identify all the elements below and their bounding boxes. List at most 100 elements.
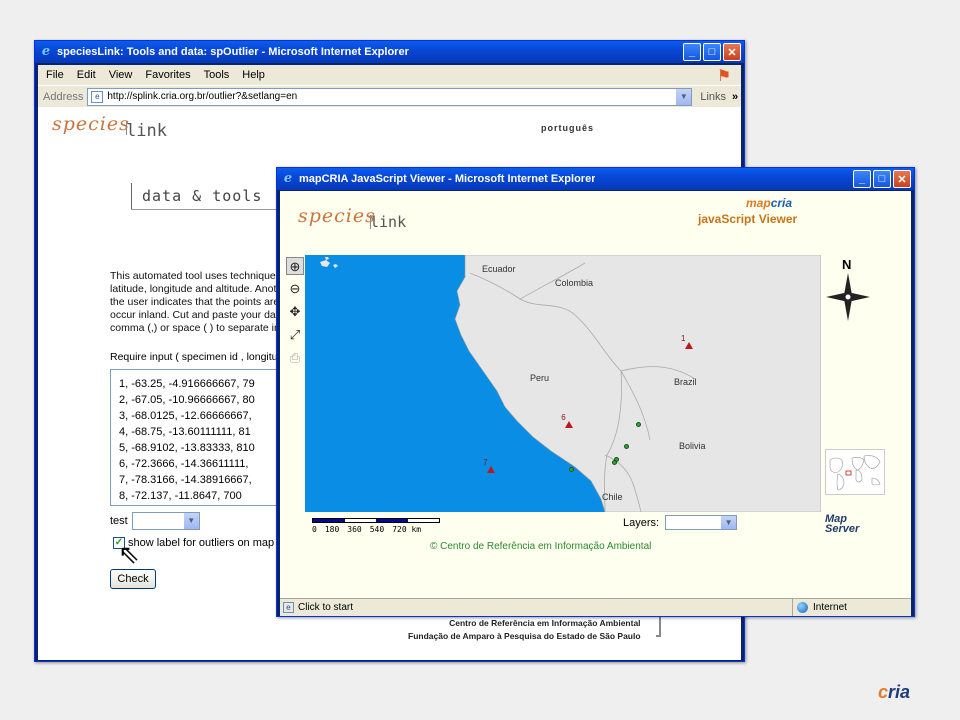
- cria-logo-text: ria: [888, 682, 911, 702]
- maximize-button[interactable]: □: [873, 170, 891, 188]
- mapcria-titlebar[interactable]: e mapCRIA JavaScript Viewer - Microsoft …: [277, 168, 914, 190]
- footer-credits: Centro de Referência em Informação Ambie…: [408, 617, 641, 643]
- galapagos-islands: [320, 257, 338, 268]
- valid-point[interactable]: [611, 459, 617, 465]
- country-label: Colombia: [555, 278, 594, 288]
- menu-tools[interactable]: Tools: [204, 69, 230, 81]
- mapcria-viewer-window: e mapCRIA JavaScript Viewer - Microsoft …: [276, 167, 915, 617]
- zoom-in-icon[interactable]: ⊕: [286, 257, 304, 275]
- require-input-label: Require input ( specimen id , longitu: [110, 351, 278, 363]
- address-input[interactable]: e http://splink.cria.org.br/outlier?&set…: [87, 87, 693, 106]
- footer-line: Fundação de Amparo à Pesquisa do Estado …: [408, 631, 641, 641]
- overview-map[interactable]: [825, 449, 885, 495]
- north-arrow-icon: N: [826, 257, 870, 321]
- links-button[interactable]: Links: [700, 91, 726, 103]
- copyright-link[interactable]: © Centro de Referência em Informação Amb…: [430, 541, 651, 552]
- address-bar: Address e http://splink.cria.org.br/outl…: [38, 85, 741, 107]
- security-zone: Internet: [792, 599, 847, 616]
- map-svg: [320, 255, 821, 512]
- show-label-text: show label for outliers on map: [128, 537, 275, 549]
- country-label: Peru: [530, 373, 550, 383]
- mapserver-logo: Map Server: [825, 514, 860, 535]
- page-icon: e: [283, 602, 294, 613]
- hand-cursor-icon: ⇖: [118, 539, 140, 569]
- menu-file[interactable]: File: [46, 69, 64, 81]
- chevron-down-icon[interactable]: ▼: [183, 513, 199, 529]
- viewer-title: javaScript Viewer: [698, 212, 798, 226]
- menu-help[interactable]: Help: [242, 69, 265, 81]
- test-select[interactable]: ▼: [131, 512, 200, 530]
- layers-label: Layers:: [623, 516, 660, 529]
- print-icon[interactable]: ⎙: [286, 349, 304, 367]
- mapserver-logo-line: Server: [825, 523, 860, 535]
- close-button[interactable]: ✕: [893, 170, 911, 188]
- menu-favorites[interactable]: Favorites: [145, 69, 190, 81]
- pan-icon[interactable]: ✥: [286, 303, 304, 321]
- map-toolbar: ⊕ ⊖ ✥ ⤢ ⎙: [286, 257, 304, 372]
- land-mass: [454, 255, 821, 512]
- scale-bar-graphic: [312, 518, 440, 523]
- menu-bar: File Edit View Favorites Tools Help ⚑: [38, 65, 741, 85]
- outlier-point[interactable]: [565, 421, 574, 429]
- footer-line: Centro de Referência em Informação Ambie…: [449, 618, 641, 628]
- overview-map-svg: [829, 455, 881, 491]
- menu-edit[interactable]: Edit: [77, 69, 96, 81]
- outlier-label: 7: [483, 457, 488, 467]
- scale-label: 360: [347, 525, 362, 534]
- link-logo: link: [370, 213, 407, 231]
- minimize-button[interactable]: _: [683, 43, 701, 61]
- minimize-button[interactable]: _: [853, 170, 871, 188]
- outlier-point[interactable]: [685, 341, 694, 349]
- scale-label: 180: [324, 525, 340, 534]
- close-button[interactable]: ✕: [723, 43, 741, 61]
- valid-point[interactable]: [623, 444, 629, 450]
- valid-point[interactable]: [569, 466, 575, 472]
- test-row: test ▼: [110, 512, 200, 530]
- country-label: Ecuador: [482, 264, 516, 274]
- menu-view[interactable]: View: [109, 69, 133, 81]
- scale-bar: 0 180 360 540 720 km: [312, 518, 440, 534]
- page-icon: e: [91, 90, 104, 103]
- cria-logo-swoosh: c: [878, 682, 889, 702]
- outlier-label: 1: [681, 333, 686, 343]
- address-label: Address: [43, 90, 84, 103]
- scale-label: 0: [312, 525, 317, 534]
- tagline: data & tools: [142, 187, 263, 205]
- tagline-divider: [131, 183, 132, 209]
- mapcria-logo-cria: cria: [770, 196, 793, 210]
- cria-logo: cria: [878, 682, 910, 703]
- ie-icon: e: [283, 171, 293, 186]
- species-logo: species: [52, 113, 130, 135]
- country-label: Bolivia: [679, 441, 706, 451]
- address-dropdown-icon[interactable]: ▼: [676, 88, 692, 105]
- mapcria-logo-map: map: [746, 196, 771, 210]
- ie-icon: e: [41, 44, 51, 59]
- test-label: test: [110, 515, 128, 527]
- mapcria-page: species link mapcria javaScript Viewer ⊕…: [280, 191, 911, 598]
- layers-select[interactable]: ▼: [665, 515, 738, 530]
- chevron-down-icon[interactable]: ▼: [721, 516, 737, 529]
- globe-icon: [797, 602, 808, 613]
- chevron-right-icon[interactable]: »: [732, 91, 738, 103]
- footer-bracket: [656, 615, 661, 637]
- windows-logo-icon: ⚑: [716, 68, 732, 85]
- address-url: http://splink.cria.org.br/outlier?&setla…: [107, 91, 298, 102]
- check-button[interactable]: Check: [110, 569, 156, 589]
- query-icon[interactable]: ⤢: [286, 326, 304, 344]
- map-canvas[interactable]: Ecuador Colombia Peru Brazil Bolivia Chi…: [305, 255, 821, 512]
- country-label: Chile: [602, 492, 623, 502]
- outlier-point[interactable]: [487, 465, 496, 473]
- country-label: Brazil: [674, 377, 697, 387]
- zone-text: Internet: [813, 602, 847, 613]
- maximize-button[interactable]: □: [703, 43, 721, 61]
- language-link[interactable]: português: [541, 123, 594, 133]
- scale-label: 720 km: [392, 525, 422, 534]
- compass-letter: N: [842, 257, 851, 272]
- status-text: Click to start: [298, 602, 354, 613]
- scale-label: 540: [369, 525, 385, 534]
- layers-control: Layers: ▼: [623, 515, 738, 530]
- splink-titlebar[interactable]: e speciesLink: Tools and data: spOutlier…: [35, 41, 744, 63]
- species-logo: species: [298, 205, 376, 227]
- window-title: speciesLink: Tools and data: spOutlier -…: [57, 46, 409, 58]
- zoom-out-icon[interactable]: ⊖: [286, 280, 304, 298]
